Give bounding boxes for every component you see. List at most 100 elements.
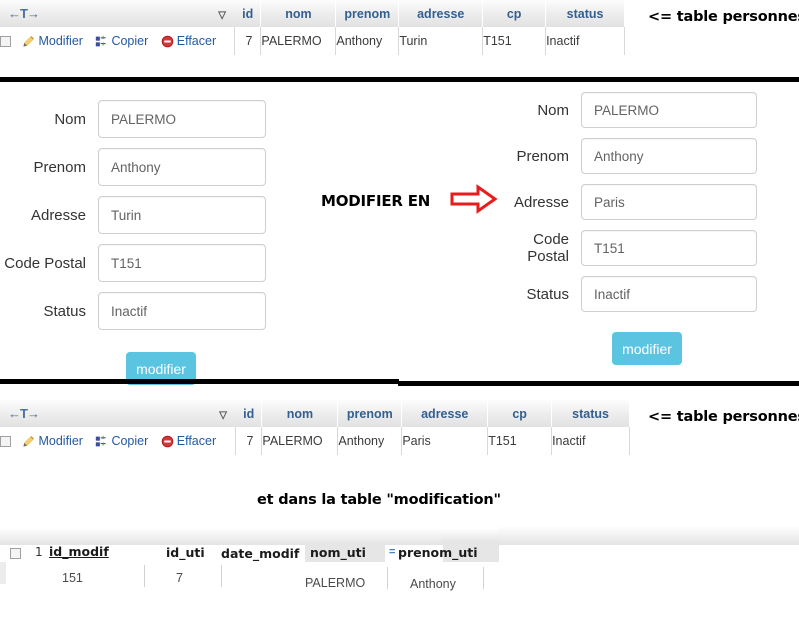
col-header-cp[interactable]: cp: [487, 400, 553, 427]
cell-cp: T151: [482, 27, 547, 55]
label-prenom-after: Prenom: [516, 147, 569, 165]
form-after: Nom PALERMO Prenom Anthony Adresse Paris…: [488, 92, 778, 365]
mod-cell-id-uti: 7: [176, 571, 183, 585]
modification-table-caption: et dans la table "modification": [257, 492, 501, 508]
input-code-postal-after[interactable]: T151: [581, 230, 757, 266]
mod-col-header-date-modif[interactable]: date_modif: [221, 546, 299, 561]
table-header-row: ←T→ ▽ id nom prenom adresse cp status: [0, 0, 625, 27]
mod-strip-right: [499, 527, 799, 545]
edit-action-label[interactable]: Modifier: [38, 34, 82, 48]
form-row-nom: Nom PALERMO: [0, 100, 270, 138]
delete-action-label[interactable]: Effacer: [177, 434, 216, 448]
copy-icon: [95, 435, 108, 448]
col-header-prenom[interactable]: prenom: [335, 0, 400, 27]
col-header-adresse[interactable]: adresse: [401, 400, 489, 427]
copy-action-label[interactable]: Copier: [111, 434, 148, 448]
form-row-adresse: Adresse Turin: [0, 196, 270, 234]
mod-cell-id-modif: 151: [62, 571, 83, 585]
delete-action[interactable]: Effacer: [161, 34, 216, 48]
delete-action-label[interactable]: Effacer: [177, 34, 216, 48]
form-row-status-after: Status Inactif: [488, 276, 778, 312]
cell-id: 7: [235, 427, 263, 455]
copy-action[interactable]: Copier: [95, 34, 148, 48]
cell-status: Inactif: [545, 27, 625, 55]
edit-action-label[interactable]: Modifier: [38, 434, 82, 448]
input-prenom-after[interactable]: Anthony: [581, 138, 757, 174]
submit-modifier-button-after[interactable]: modifier: [612, 332, 682, 365]
edit-action[interactable]: Modifier: [22, 34, 83, 48]
mod-select-checkbox[interactable]: [10, 548, 21, 559]
delete-icon: [161, 35, 174, 48]
mod-row-number: 1: [35, 545, 43, 559]
table-nav-header[interactable]: ←T→ ▽: [0, 400, 236, 427]
table-row: Modifier Copier Effacer 7 PALERMO Anthon: [0, 27, 625, 55]
cell-prenom: Anthony: [337, 427, 403, 455]
col-header-nom[interactable]: nom: [261, 400, 339, 427]
input-adresse-after[interactable]: Paris: [581, 184, 757, 220]
cell-nom: PALERMO: [261, 427, 339, 455]
form-row-prenom-after: Prenom Anthony: [488, 138, 778, 174]
mod-col-header-id-modif[interactable]: id_modif: [49, 544, 109, 559]
mod-cell-nom-uti: PALERMO: [305, 576, 366, 590]
section-divider-bottom-right: [398, 381, 799, 386]
caret-down-icon[interactable]: ▽: [218, 10, 226, 21]
col-header-prenom[interactable]: prenom: [337, 400, 403, 427]
cell-adresse: Paris: [401, 427, 489, 455]
copy-action[interactable]: Copier: [95, 434, 148, 448]
cell-adresse: Turin: [398, 27, 484, 55]
form-row-code-postal: Code Postal T151: [0, 244, 270, 282]
input-nom[interactable]: PALERMO: [98, 100, 266, 138]
input-status[interactable]: Inactif: [98, 292, 266, 330]
mod-row-stub: [0, 562, 6, 584]
col-header-nom[interactable]: nom: [260, 0, 337, 27]
mod-vline-4: [483, 567, 484, 589]
table-nav-icon[interactable]: ←T→: [8, 406, 40, 421]
form-row-adresse-after: Adresse Paris: [488, 184, 778, 220]
col-header-id[interactable]: id: [234, 0, 262, 27]
table-row: Modifier Copier Effacer 7 PALERMO Anthon: [0, 427, 630, 455]
input-nom-after[interactable]: PALERMO: [581, 92, 757, 128]
table-nav-header[interactable]: ←T→ ▽: [0, 0, 235, 27]
label-nom: Nom: [54, 110, 86, 128]
input-status-after[interactable]: Inactif: [581, 276, 757, 312]
form-row-nom-after: Nom PALERMO: [488, 92, 778, 128]
cell-nom: PALERMO: [260, 27, 337, 55]
row-actions-cell: Modifier Copier Effacer: [0, 427, 237, 455]
mod-col-header-nom-uti[interactable]: nom_uti: [310, 545, 366, 560]
label-adresse-after: Adresse: [513, 193, 569, 211]
mod-col-header-prenom-uti[interactable]: prenom_uti: [398, 545, 478, 560]
row-actions-cell: Modifier Copier Effacer: [0, 27, 236, 55]
col-header-id[interactable]: id: [235, 400, 263, 427]
form-row-code-postal-after: Code Postal T151: [488, 230, 778, 266]
mod-vline-2: [221, 565, 222, 587]
mod-sort-icon[interactable]: =: [389, 546, 395, 558]
input-code-postal[interactable]: T151: [98, 244, 266, 282]
col-header-status[interactable]: status: [545, 0, 625, 27]
form-row-status: Status Inactif: [0, 292, 270, 330]
edit-action[interactable]: Modifier: [22, 434, 83, 448]
copy-icon: [95, 35, 108, 48]
label-status: Status: [43, 302, 86, 320]
cell-id: 7: [234, 27, 262, 55]
label-code-postal: Code Postal: [4, 254, 86, 272]
input-adresse[interactable]: Turin: [98, 196, 266, 234]
row-select-checkbox[interactable]: [0, 35, 11, 47]
form-after-actions: modifier: [488, 322, 778, 365]
label-adresse: Adresse: [30, 206, 86, 224]
personnes-top-table: ←T→ ▽ id nom prenom adresse cp status Mo…: [0, 0, 625, 55]
caret-down-icon[interactable]: ▽: [219, 410, 227, 421]
col-header-cp[interactable]: cp: [482, 0, 547, 27]
col-header-status[interactable]: status: [551, 400, 630, 427]
copy-action-label[interactable]: Copier: [111, 34, 148, 48]
form-before: Nom PALERMO Prenom Anthony Adresse Turin…: [0, 100, 270, 385]
table-header-row: ←T→ ▽ id nom prenom adresse cp status: [0, 400, 630, 427]
col-header-adresse[interactable]: adresse: [398, 0, 484, 27]
input-prenom[interactable]: Anthony: [98, 148, 266, 186]
delete-action[interactable]: Effacer: [161, 434, 216, 448]
table-nav-icon[interactable]: ←T→: [8, 6, 40, 21]
modifier-en-label: MODIFIER EN: [321, 192, 431, 210]
row-select-checkbox[interactable]: [0, 435, 11, 447]
mod-col-header-id-uti[interactable]: id_uti: [166, 545, 205, 560]
label-nom-after: Nom: [537, 101, 569, 119]
mod-cell-prenom-uti: Anthony: [410, 577, 456, 591]
